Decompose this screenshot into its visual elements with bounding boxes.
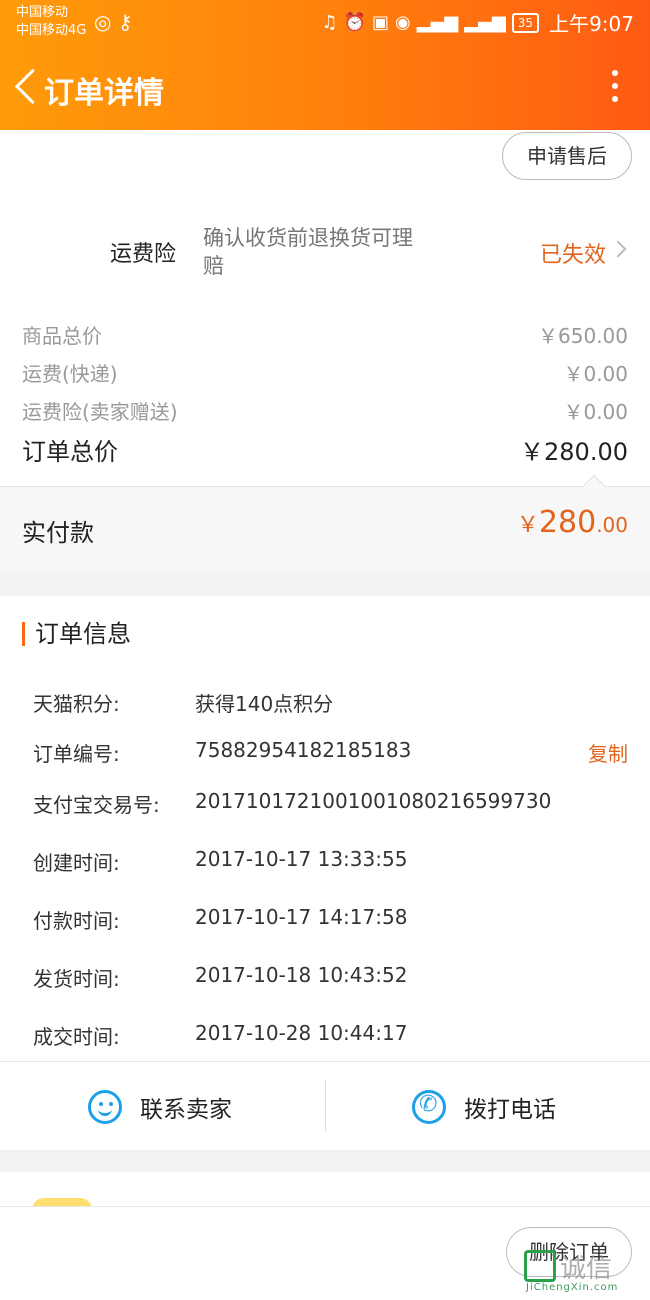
hotspot-icon: ◎ bbox=[94, 10, 112, 34]
page-title: 订单详情 bbox=[44, 76, 164, 111]
shipping-insurance-desc: 确认收货前退换货可理赔 bbox=[203, 226, 413, 278]
contact-actions: 联系卖家 拨打电话 bbox=[0, 1061, 650, 1150]
shipping-insurance-label: 运费险 bbox=[110, 242, 177, 267]
info-label: 创建时间: bbox=[33, 851, 120, 875]
call-button[interactable]: 拨打电话 bbox=[412, 1062, 556, 1151]
shipping-row: 运费(快递) ￥0.00 bbox=[22, 358, 628, 387]
currency-symbol: ￥ bbox=[516, 513, 539, 538]
info-label: 发货时间: bbox=[33, 967, 120, 991]
order-info-card: 订单信息 天猫积分: 获得140点积分 订单编号: 75882954182185… bbox=[0, 596, 650, 1150]
info-value: 2017-10-17 14:17:58 bbox=[195, 905, 408, 929]
info-value: 2017-10-28 10:44:17 bbox=[195, 1021, 408, 1045]
more-options-icon[interactable] bbox=[610, 70, 620, 106]
insurance-label: 运费险(卖家赠送) bbox=[22, 400, 178, 424]
contact-seller-button[interactable]: 联系卖家 bbox=[88, 1062, 232, 1151]
info-label: 支付宝交易号: bbox=[33, 793, 160, 817]
chat-icon bbox=[88, 1089, 122, 1124]
order-total-value: ￥280.00 bbox=[520, 438, 628, 466]
clock: 上午9:07 bbox=[549, 12, 634, 36]
info-value: 2017101721001001080216599730 bbox=[195, 789, 552, 813]
info-label: 订单编号: bbox=[33, 742, 120, 766]
signal-icon: ▂▄▆ bbox=[416, 12, 459, 33]
info-value: 2017-10-18 10:43:52 bbox=[195, 963, 408, 987]
alarm-icon: ⏰ bbox=[343, 12, 366, 33]
info-value: 获得140点积分 bbox=[195, 692, 334, 716]
battery-icon: 35 bbox=[511, 12, 540, 33]
key-icon: ⚷ bbox=[117, 10, 133, 34]
contact-seller-label: 联系卖家 bbox=[140, 1096, 232, 1123]
info-label: 付款时间: bbox=[33, 909, 120, 933]
status-bar: 中国移动 中国移动4G ◎ ⚷ ♫ ⏰ ▣ ◉ ▂▄▆ ▂▄▆ 35 上午9:0… bbox=[0, 0, 650, 44]
shipping-value: ￥0.00 bbox=[563, 362, 628, 386]
back-icon[interactable] bbox=[12, 66, 42, 110]
signal-4g-icon: ▂▄▆ bbox=[464, 12, 506, 33]
hd-icon: ▣ bbox=[372, 12, 390, 33]
status-left-icons: ◎ ⚷ bbox=[94, 10, 132, 34]
amount-integer: 280 bbox=[538, 505, 597, 540]
top-bar: 中国移动 中国移动4G ◎ ⚷ ♫ ⏰ ▣ ◉ ▂▄▆ ▂▄▆ 35 上午9:0… bbox=[0, 0, 650, 130]
info-label: 天猫积分: bbox=[33, 692, 120, 716]
info-value: 2017-10-17 13:33:55 bbox=[195, 847, 408, 871]
pointer-arrow bbox=[582, 474, 606, 498]
order-total-label: 订单总价 bbox=[22, 438, 118, 466]
phone-icon bbox=[412, 1089, 446, 1124]
info-label: 成交时间: bbox=[33, 1025, 120, 1049]
watermark-sub: JiChengXin.com bbox=[526, 1282, 619, 1293]
order-info-title: 订单信息 bbox=[22, 622, 131, 646]
amount-decimal: .00 bbox=[596, 513, 628, 537]
headset-icon: ♫ bbox=[321, 12, 338, 33]
status-right: ♫ ⏰ ▣ ◉ ▂▄▆ ▂▄▆ 35 上午9:07 bbox=[321, 8, 634, 37]
carrier-2: 中国移动4G bbox=[16, 23, 87, 38]
insurance-row: 运费险(卖家赠送) ￥0.00 bbox=[22, 396, 628, 425]
insurance-value: ￥0.00 bbox=[563, 400, 628, 424]
shipping-insurance-status[interactable]: 已失效 bbox=[540, 237, 606, 269]
carrier-1: 中国移动 bbox=[16, 5, 69, 20]
goods-total-row: 商品总价 ￥650.00 bbox=[22, 320, 628, 349]
goods-total-value: ￥650.00 bbox=[538, 324, 628, 348]
actual-paid-amount: ￥280.00 bbox=[517, 505, 628, 540]
watermark-logo-icon bbox=[524, 1250, 556, 1282]
info-value[interactable]: 75882954182185183 bbox=[195, 738, 411, 762]
chevron-right-icon[interactable] bbox=[609, 240, 627, 258]
actual-paid-box: 实付款 ￥280.00 bbox=[0, 474, 650, 573]
divider bbox=[325, 1080, 326, 1132]
call-label: 拨打电话 bbox=[464, 1096, 556, 1123]
copy-button[interactable]: 复制 bbox=[588, 738, 628, 767]
actual-paid-label: 实付款 bbox=[22, 519, 94, 547]
carrier-info: 中国移动 中国移动4G bbox=[16, 4, 86, 40]
goods-total-label: 商品总价 bbox=[22, 324, 102, 348]
eye-icon: ◉ bbox=[395, 12, 411, 33]
shipping-label: 运费(快递) bbox=[22, 362, 118, 386]
price-card: 申请售后 运费险 确认收货前退换货可理赔 已失效 商品总价 ￥650.00 运费… bbox=[0, 130, 650, 573]
order-total-row: 订单总价 ￥280.00 bbox=[22, 432, 628, 467]
watermark: 诚信 JiChengXin.com bbox=[524, 1248, 642, 1296]
header: 订单详情 bbox=[0, 58, 650, 118]
after-sale-button[interactable]: 申请售后 bbox=[502, 132, 632, 180]
watermark-text: 诚信 bbox=[560, 1254, 613, 1284]
